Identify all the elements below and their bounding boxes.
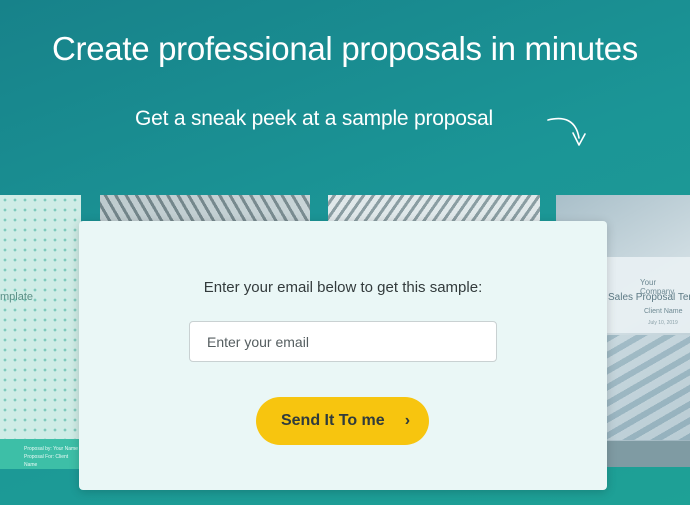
send-sample-button[interactable]: Send It To me › <box>256 397 429 445</box>
preview-footer-line: Proposal by: Your Name <box>24 446 78 452</box>
send-button-label: Send It To me <box>280 412 385 429</box>
preview-title: mplate <box>0 291 34 303</box>
proposal-preview-card-1: mplate Proposal by: Your Name Proposal F… <box>0 195 81 469</box>
preview-footer: Proposal by: Your Name Proposal For: Cli… <box>0 439 81 469</box>
desk-image <box>606 335 690 440</box>
preview-title: Sales Proposal Tem <box>608 292 690 303</box>
email-input[interactable] <box>189 321 497 362</box>
page-subheadline: Get a sneak peek at a sample proposal <box>135 107 493 130</box>
preview-date: July 10, 2019 <box>648 320 678 326</box>
email-prompt: Enter your email below to get this sampl… <box>203 279 483 296</box>
chevron-right-icon: › <box>404 412 411 429</box>
curved-arrow-down-icon <box>547 117 586 146</box>
preview-footer-line: Proposal For: Client Name <box>24 454 69 468</box>
email-signup-card: Enter your email below to get this sampl… <box>79 221 607 490</box>
preview-client: Client Name <box>644 308 683 315</box>
page-headline: Create professional proposals in minutes <box>52 30 638 67</box>
